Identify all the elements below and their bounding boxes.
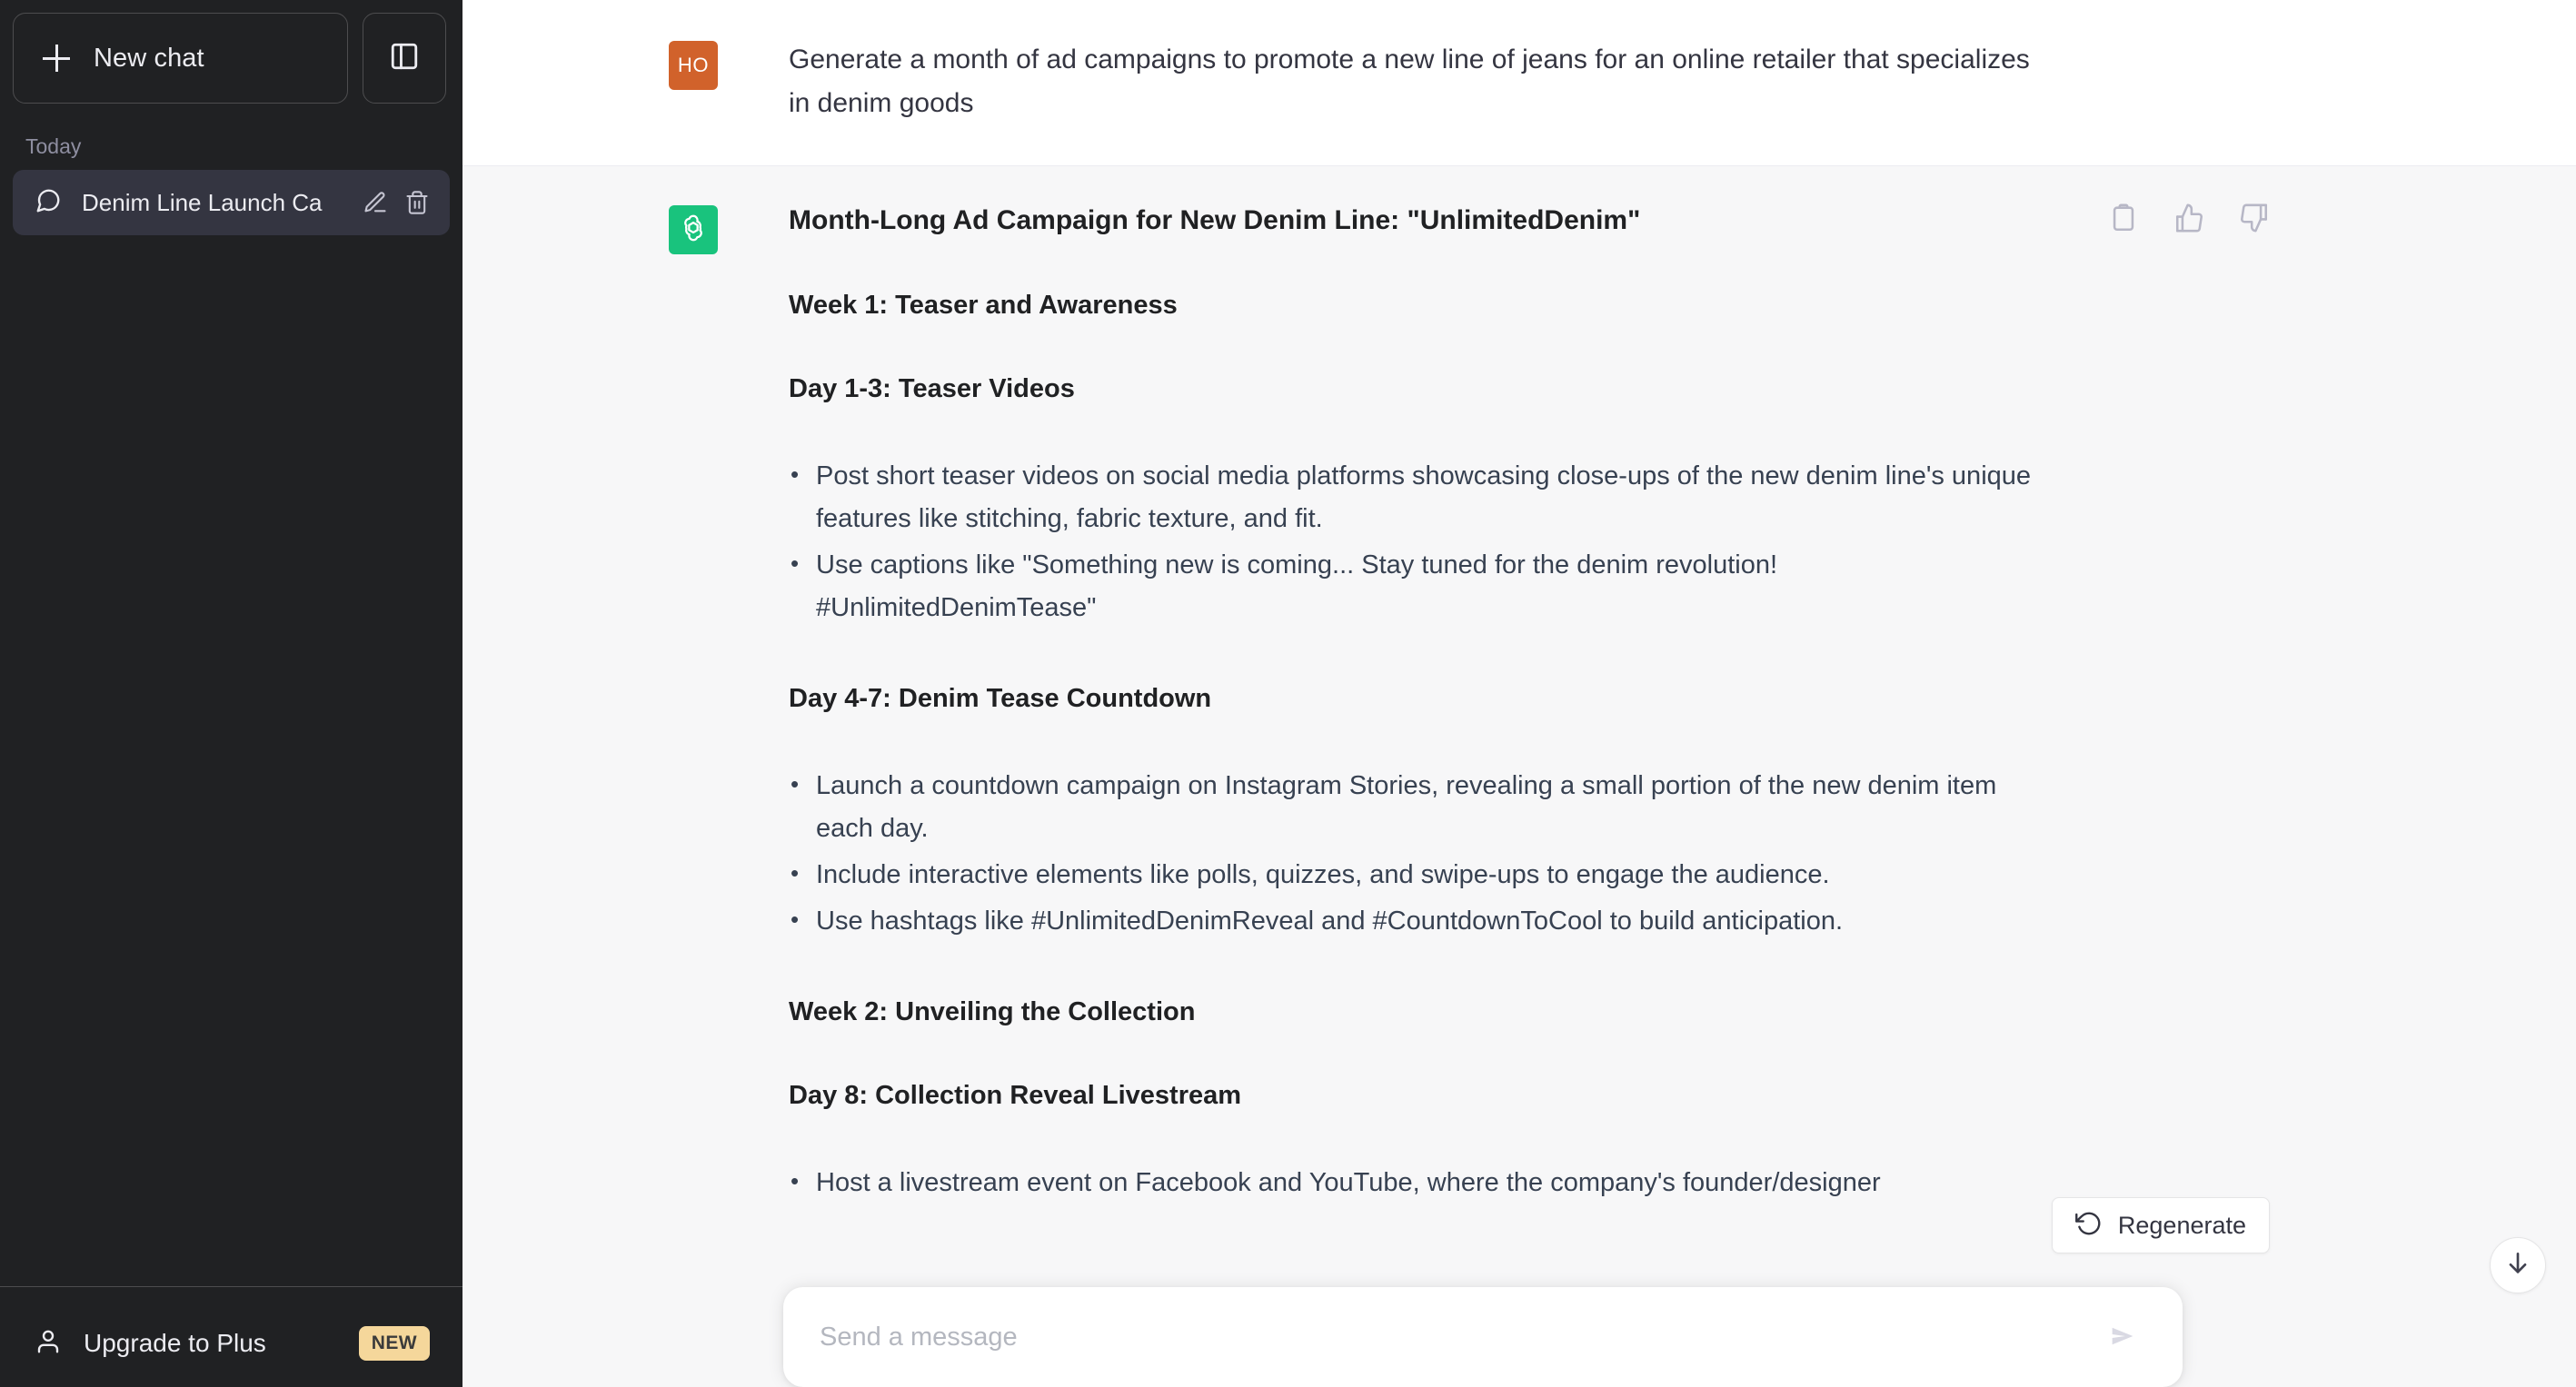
user-avatar: HO bbox=[669, 41, 718, 90]
list-item: Launch a countdown campaign on Instagram… bbox=[789, 765, 2043, 850]
assistant-action-bar bbox=[2108, 203, 2270, 238]
chat-history-list: Denim Line Launch Ca bbox=[0, 170, 462, 235]
week-heading: Week 2: Unveiling the Collection bbox=[789, 995, 2043, 1030]
new-badge: NEW bbox=[359, 1326, 430, 1361]
sidebar-header: New chat bbox=[0, 0, 462, 104]
upgrade-label: Upgrade to Plus bbox=[84, 1329, 337, 1358]
assistant-title: Month-Long Ad Campaign for New Denim Lin… bbox=[789, 203, 2043, 240]
new-chat-label: New chat bbox=[94, 44, 204, 74]
send-arrow-icon bbox=[2107, 1321, 2138, 1354]
list-item: Use hashtags like #UnlimitedDenimReveal … bbox=[789, 900, 2043, 943]
composer bbox=[783, 1287, 2183, 1387]
week-heading: Week 1: Teaser and Awareness bbox=[789, 288, 2043, 323]
sidebar-section-label: Today bbox=[0, 104, 462, 170]
regenerate-label: Regenerate bbox=[2118, 1212, 2246, 1240]
assistant-avatar bbox=[669, 205, 718, 254]
upgrade-to-plus-button[interactable]: Upgrade to Plus NEW bbox=[13, 1300, 450, 1387]
chat-item-actions bbox=[363, 190, 430, 215]
send-button[interactable] bbox=[2099, 1313, 2146, 1361]
composer-container bbox=[462, 1287, 2576, 1387]
message-input[interactable] bbox=[820, 1310, 2099, 1364]
list-item: Host a livestream event on Facebook and … bbox=[789, 1162, 2043, 1204]
list-item: Include interactive elements like polls,… bbox=[789, 854, 2043, 897]
assistant-message-body: Month-Long Ad Campaign for New Denim Lin… bbox=[789, 203, 2043, 1372]
openai-logo-icon bbox=[677, 212, 710, 249]
chat-bubble-icon bbox=[35, 187, 62, 219]
copy-icon[interactable] bbox=[2108, 203, 2139, 238]
main-content: HO Generate a month of ad campaigns to p… bbox=[462, 0, 2576, 1387]
refresh-icon bbox=[2075, 1210, 2103, 1242]
day-heading: Day 4-7: Denim Tease Countdown bbox=[789, 681, 2043, 717]
new-chat-button[interactable]: New chat bbox=[13, 13, 348, 104]
user-message: HO Generate a month of ad campaigns to p… bbox=[462, 0, 2576, 166]
day-heading: Day 1-3: Teaser Videos bbox=[789, 372, 2043, 407]
sidebar: New chat Today Denim Line Lau bbox=[0, 0, 462, 1387]
regenerate-button[interactable]: Regenerate bbox=[2052, 1197, 2270, 1253]
trash-icon[interactable] bbox=[404, 190, 430, 215]
sidebar-toggle-button[interactable] bbox=[363, 13, 446, 104]
list-item: Post short teaser videos on social media… bbox=[789, 455, 2043, 540]
bullet-list: Launch a countdown campaign on Instagram… bbox=[789, 765, 2043, 943]
bullet-list: Host a livestream event on Facebook and … bbox=[789, 1162, 2043, 1204]
sidebar-spacer bbox=[0, 235, 462, 1286]
user-message-text: Generate a month of ad campaigns to prom… bbox=[789, 38, 2043, 125]
arrow-down-icon bbox=[2503, 1249, 2532, 1283]
bullet-list: Post short teaser videos on social media… bbox=[789, 455, 2043, 629]
thumbs-up-icon[interactable] bbox=[2173, 203, 2204, 238]
list-item: Use captions like "Something new is comi… bbox=[789, 544, 2043, 629]
message-thread: HO Generate a month of ad campaigns to p… bbox=[462, 0, 2576, 1372]
sidebar-footer: Upgrade to Plus NEW bbox=[0, 1286, 462, 1387]
plus-icon bbox=[43, 45, 70, 72]
chat-list-item-title: Denim Line Launch Ca bbox=[82, 189, 343, 217]
assistant-message: Month-Long Ad Campaign for New Denim Lin… bbox=[462, 166, 2576, 1372]
chat-application: New chat Today Denim Line Lau bbox=[0, 0, 2576, 1387]
day-heading: Day 8: Collection Reveal Livestream bbox=[789, 1078, 2043, 1114]
sidebar-panel-icon bbox=[389, 41, 420, 76]
scroll-to-bottom-button[interactable] bbox=[2490, 1237, 2546, 1293]
chat-list-item[interactable]: Denim Line Launch Ca bbox=[13, 170, 450, 235]
thumbs-down-icon[interactable] bbox=[2239, 203, 2270, 238]
person-icon bbox=[35, 1328, 62, 1360]
pencil-icon[interactable] bbox=[363, 190, 388, 215]
